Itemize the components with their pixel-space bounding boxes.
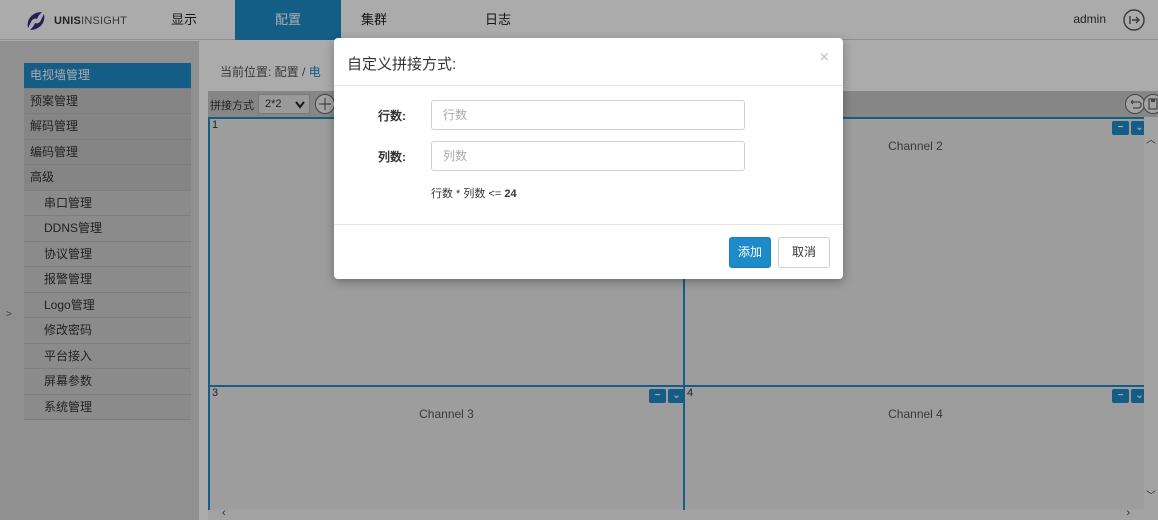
cancel-button[interactable]: 取消 — [778, 237, 830, 268]
close-icon[interactable]: × — [820, 49, 829, 67]
cols-input[interactable] — [431, 141, 745, 171]
hint-text: 行数 * 列数 <= — [431, 188, 505, 200]
rows-field-row: 行数: — [334, 100, 843, 130]
modal-header: 自定义拼接方式: × — [334, 38, 843, 86]
hint-max: 24 — [504, 188, 517, 200]
cols-field-row: 列数: — [334, 141, 843, 171]
rows-label: 行数: — [378, 109, 406, 123]
size-limit-hint: 行数 * 列数 <= 24 — [431, 185, 517, 201]
add-button[interactable]: 添加 — [729, 237, 771, 268]
modal-title: 自定义拼接方式: — [347, 56, 457, 73]
modal-footer: 添加 取消 — [334, 224, 843, 279]
rows-input[interactable] — [431, 100, 745, 130]
custom-layout-dialog: 自定义拼接方式: × 行数: 列数: 行数 * 列数 <= 24 添加 取消 — [334, 38, 843, 279]
cols-label: 列数: — [378, 150, 406, 164]
